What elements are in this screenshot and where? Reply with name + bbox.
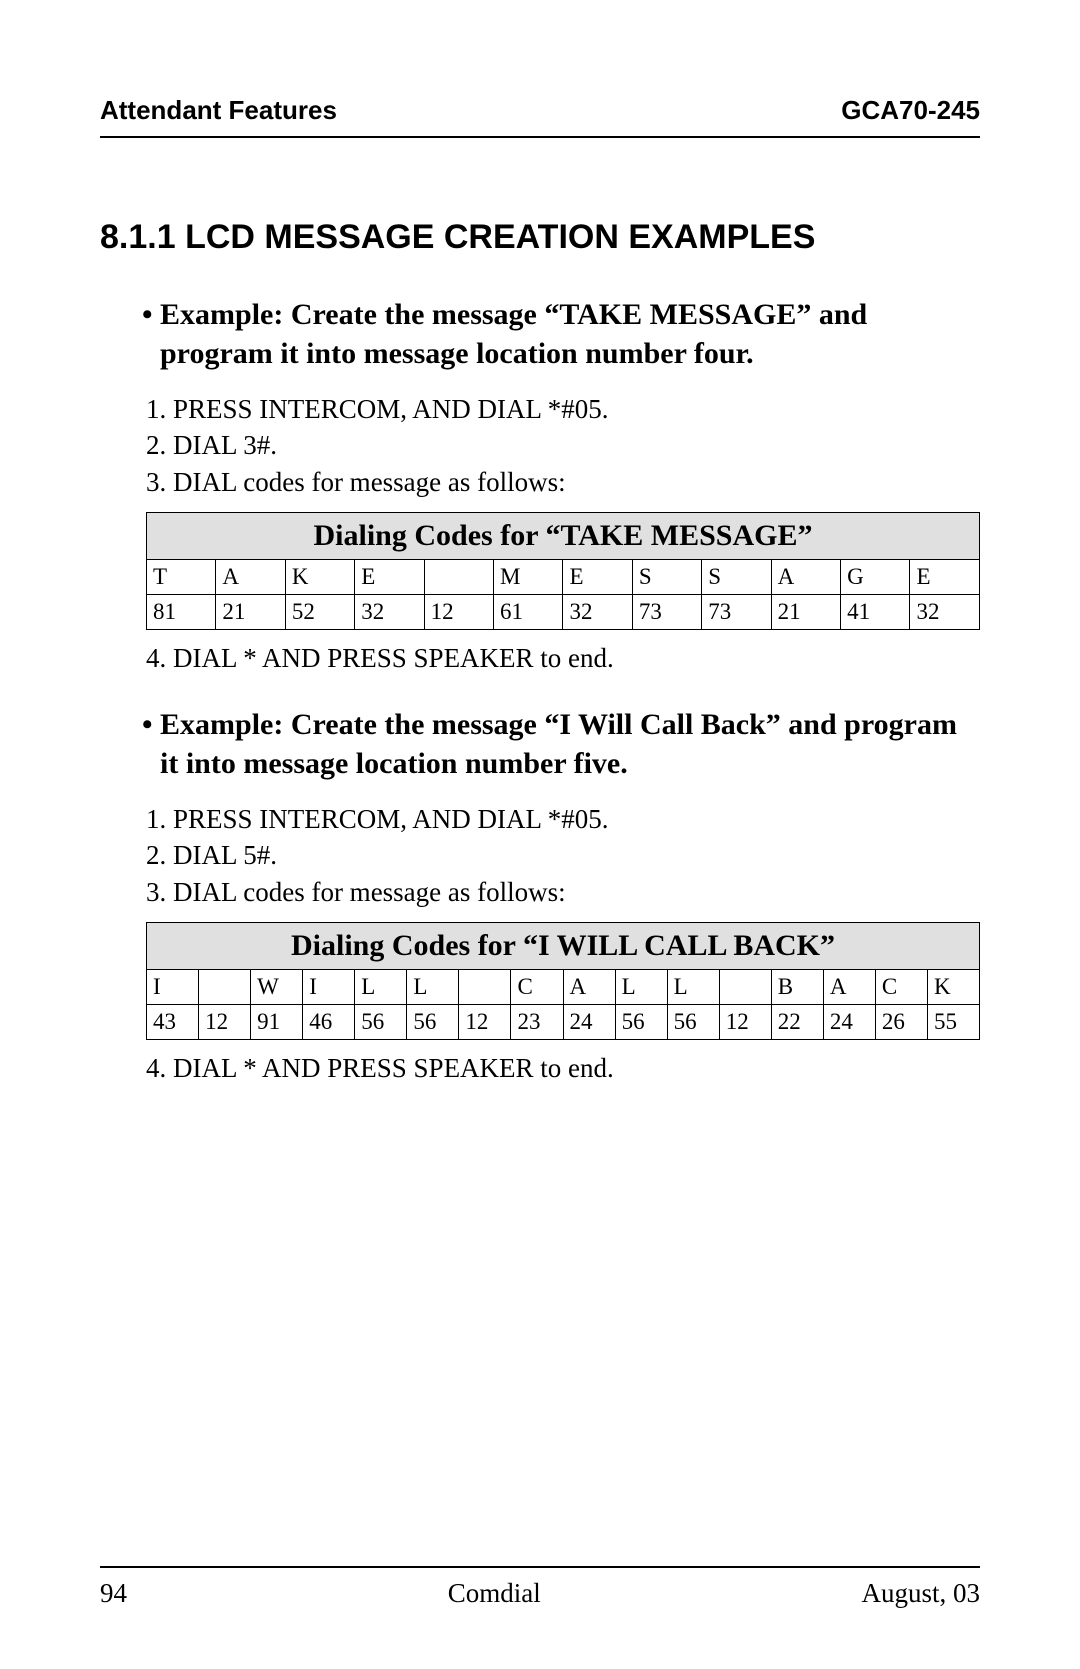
table2-letter: C	[875, 970, 927, 1005]
table2-letter: L	[615, 970, 667, 1005]
table1-code: 41	[841, 595, 910, 630]
example-one-steps: 1. PRESS INTERCOM, AND DIAL *#05. 2. DIA…	[146, 391, 980, 500]
table-row: I W I L L C A L L B A C K	[147, 970, 980, 1005]
table1-code: 73	[702, 595, 771, 630]
example-two-text: Example: Create the message “I Will Call…	[160, 708, 957, 780]
table1-letter: S	[632, 560, 701, 595]
table1-letter: M	[494, 560, 563, 595]
table1-letter	[424, 560, 493, 595]
table2-letter: I	[303, 970, 355, 1005]
bullet-icon	[142, 298, 160, 331]
table-take-message: Dialing Codes for “TAKE MESSAGE” T A K E…	[146, 512, 980, 630]
page-footer: 94 Comdial August, 03	[100, 1566, 980, 1609]
example-two-step-1: 1. PRESS INTERCOM, AND DIAL *#05.	[146, 801, 980, 837]
table2-letter	[459, 970, 511, 1005]
footer-page-number: 94	[100, 1578, 127, 1609]
table1-code: 21	[216, 595, 285, 630]
table2-code: 12	[719, 1005, 771, 1040]
table2-letter: L	[667, 970, 719, 1005]
table2-code: 56	[667, 1005, 719, 1040]
table2-letter: A	[563, 970, 615, 1005]
example-two-step-4-wrap: 4. DIAL * AND PRESS SPEAKER to end.	[146, 1050, 980, 1086]
table2-letter: W	[251, 970, 303, 1005]
table1-letter: G	[841, 560, 910, 595]
table2-code: 56	[355, 1005, 407, 1040]
table1-code: 32	[910, 595, 980, 630]
document-page: Attendant Features GCA70-245 8.1.1 LCD M…	[0, 0, 1080, 1669]
table2-letter: C	[511, 970, 563, 1005]
example-two-step-4: 4. DIAL * AND PRESS SPEAKER to end.	[146, 1050, 980, 1086]
table1-code: 32	[355, 595, 424, 630]
table1-letter: E	[910, 560, 980, 595]
table2-code: 22	[771, 1005, 823, 1040]
page-header: Attendant Features GCA70-245	[100, 95, 980, 138]
table2-code: 12	[459, 1005, 511, 1040]
table1-letter: A	[771, 560, 840, 595]
table1-letter: S	[702, 560, 771, 595]
table2-code: 55	[927, 1005, 979, 1040]
table2-code: 24	[563, 1005, 615, 1040]
example-one-step-1: 1. PRESS INTERCOM, AND DIAL *#05.	[146, 391, 980, 427]
example-one-step-4-wrap: 4. DIAL * AND PRESS SPEAKER to end.	[146, 640, 980, 676]
table1-code: 32	[563, 595, 632, 630]
table2-code: 56	[407, 1005, 459, 1040]
table1-letter: T	[147, 560, 216, 595]
table1-letter: E	[563, 560, 632, 595]
example-two-title: Example: Create the message “I Will Call…	[160, 705, 980, 783]
table-row: 43 12 91 46 56 56 12 23 24 56 56 12 22 2…	[147, 1005, 980, 1040]
table1-code: 61	[494, 595, 563, 630]
table2-letter: B	[771, 970, 823, 1005]
table2-code: 23	[511, 1005, 563, 1040]
table2-letter	[719, 970, 771, 1005]
example-one-text: Example: Create the message “TAKE MESSAG…	[160, 298, 867, 370]
table-row: T A K E M E S S A G E	[147, 560, 980, 595]
example-one-step-3: 3. DIAL codes for message as follows:	[146, 464, 980, 500]
table1-letter: K	[285, 560, 354, 595]
table1-title: Dialing Codes for “TAKE MESSAGE”	[147, 513, 980, 560]
table1-code: 73	[632, 595, 701, 630]
table2-code: 91	[251, 1005, 303, 1040]
table2-letter: L	[355, 970, 407, 1005]
table2-code: 24	[823, 1005, 875, 1040]
table1-code: 52	[285, 595, 354, 630]
table2-letter: L	[407, 970, 459, 1005]
table2-code: 43	[147, 1005, 199, 1040]
example-one-title: Example: Create the message “TAKE MESSAG…	[160, 295, 980, 373]
example-two-step-3: 3. DIAL codes for message as follows:	[146, 874, 980, 910]
table1-code: 12	[424, 595, 493, 630]
table1-code: 21	[771, 595, 840, 630]
table2-code: 12	[199, 1005, 251, 1040]
example-one-step-2: 2. DIAL 3#.	[146, 427, 980, 463]
bullet-icon	[142, 708, 160, 741]
header-left: Attendant Features	[100, 95, 337, 126]
table2-code: 46	[303, 1005, 355, 1040]
table2-letter: K	[927, 970, 979, 1005]
table2-letter: I	[147, 970, 199, 1005]
table1-code: 81	[147, 595, 216, 630]
table2-letter: A	[823, 970, 875, 1005]
table2-letter	[199, 970, 251, 1005]
table2-title: Dialing Codes for “I WILL CALL BACK”	[147, 923, 980, 970]
footer-center: Comdial	[448, 1578, 541, 1609]
example-two-steps: 1. PRESS INTERCOM, AND DIAL *#05. 2. DIA…	[146, 801, 980, 910]
example-one-step-4: 4. DIAL * AND PRESS SPEAKER to end.	[146, 640, 980, 676]
header-right: GCA70-245	[841, 95, 980, 126]
table2-code: 26	[875, 1005, 927, 1040]
table2-code: 56	[615, 1005, 667, 1040]
table-row: 81 21 52 32 12 61 32 73 73 21 41 32	[147, 595, 980, 630]
section-heading: 8.1.1 LCD MESSAGE CREATION EXAMPLES	[100, 218, 980, 257]
table1-letter: E	[355, 560, 424, 595]
example-two-step-2: 2. DIAL 5#.	[146, 837, 980, 873]
table1-letter: A	[216, 560, 285, 595]
table-i-will-call-back: Dialing Codes for “I WILL CALL BACK” I W…	[146, 922, 980, 1040]
footer-date: August, 03	[861, 1578, 980, 1609]
